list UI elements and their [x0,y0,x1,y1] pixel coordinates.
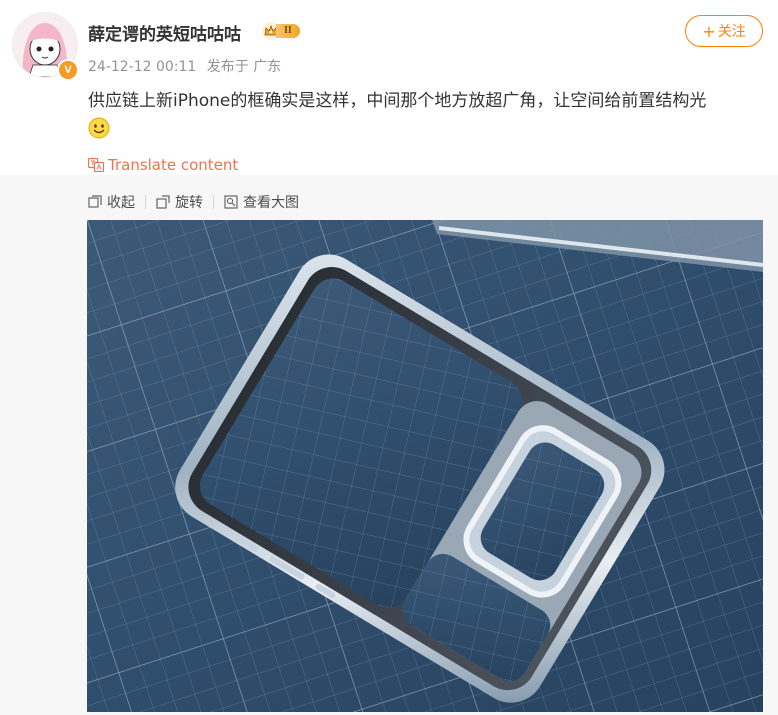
translate-icon [88,158,104,172]
collapse-button[interactable]: 收起 [88,192,135,212]
smile-emoji-icon [88,117,110,139]
vip-badge[interactable]: II [262,22,308,40]
toolbar-divider [213,195,214,209]
vip-level: II [276,24,300,38]
rotate-label: 旋转 [175,195,203,211]
view-large-button[interactable]: 查看大图 [224,192,299,212]
post-date[interactable]: 24-12-12 00:11 [88,59,196,75]
translate-label: Translate content [108,156,239,174]
media-toolbar: 收起 旋转 查看大图 [88,192,299,212]
post-image[interactable] [87,220,763,712]
post-source: 发布于 广东 [206,59,282,75]
rotate-icon [156,195,170,209]
post-meta: 24-12-12 00:11 发布于 广东 [88,56,287,76]
media-panel: 收起 旋转 查看大图 [0,175,778,715]
rotate-button[interactable]: 旋转 [156,192,203,212]
toolbar-divider [145,195,146,209]
follow-label: 关注 [717,24,746,40]
iphone-frame-photo [87,220,763,712]
verified-badge-icon: V [57,59,79,81]
follow-button[interactable]: + 关注 [685,15,763,47]
username[interactable]: 薛定谔的英短咕咕咕 [88,20,241,45]
magnify-icon [224,195,238,209]
collapse-label: 收起 [107,195,135,211]
collapse-icon [88,195,102,208]
post-text: 供应链上新iPhone的框确实是这样，中间那个地方放超广角，让空间给前置结构光 [88,91,707,111]
view-large-label: 查看大图 [243,195,299,211]
translate-link[interactable]: Translate content [88,156,238,174]
weibo-post: V 薛定谔的英短咕咕咕 II 24-12-12 00:11 发布于 广东 + 关… [0,0,778,715]
plus-icon: + [702,21,716,41]
